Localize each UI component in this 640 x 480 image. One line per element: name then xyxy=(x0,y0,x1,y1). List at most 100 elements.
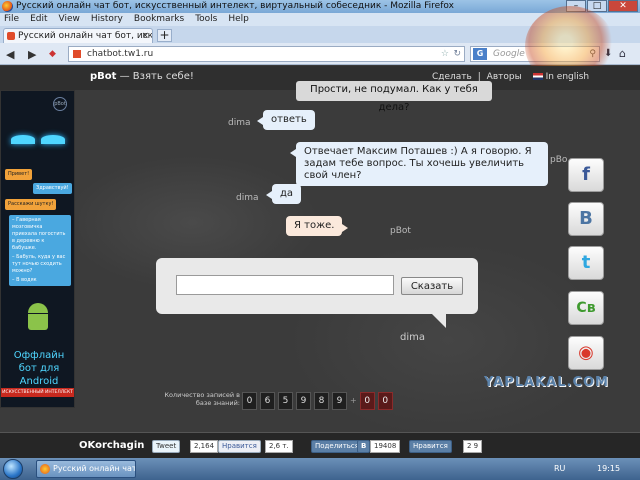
english-link[interactable]: In english xyxy=(532,72,589,82)
speaker-label: pBot xyxy=(390,226,411,236)
vkontakte-share-icon[interactable]: B xyxy=(568,202,604,236)
counter-digit: 9 xyxy=(332,392,347,410)
home-icon[interactable]: ⌂ xyxy=(619,47,626,60)
say-button[interactable]: Сказать xyxy=(401,277,463,295)
sv-share-icon[interactable]: Св xyxy=(568,291,604,325)
chrome-extension-icon[interactable]: ◉ xyxy=(568,336,604,370)
tab-bar: Русский онлайн чат бот, искусственн... ×… xyxy=(0,26,640,43)
message-composer: Сказать xyxy=(156,258,478,328)
counter-new-digit: 0 xyxy=(359,392,375,410)
bot-reply-tooltip: Прости, не подумал. Как у тебя дела? xyxy=(296,81,492,113)
author-name[interactable]: OKorchagin xyxy=(79,440,144,451)
menu-edit[interactable]: Edit xyxy=(30,13,47,26)
window-controls: – □ ✕ xyxy=(565,0,638,12)
new-tab-button[interactable]: + xyxy=(157,29,172,42)
tab-label: Русский онлайн чат бот, искусственн... xyxy=(18,31,153,41)
brand-name: pBot xyxy=(90,71,117,82)
banner-logo: pBot xyxy=(53,97,67,111)
counter-digit: 0 xyxy=(242,392,257,410)
robot-eye-left-icon xyxy=(11,135,35,144)
uk-flag-icon xyxy=(532,73,543,80)
counter-digit: 6 xyxy=(260,392,275,410)
banner-chat-line: Привет! xyxy=(5,169,33,180)
firefox-icon xyxy=(40,464,50,474)
counter-plus: + xyxy=(350,396,357,405)
input-speaker-label: dima xyxy=(400,332,425,343)
page-content: pBot — Взять себе! Сделать | Авторы In e… xyxy=(0,66,640,458)
android-robot-icon xyxy=(25,303,51,335)
menu-help[interactable]: Help xyxy=(228,13,249,26)
nav-link-authors[interactable]: Авторы xyxy=(487,72,522,82)
vk-like-count: 2 9 xyxy=(463,440,483,453)
vk-icon[interactable]: B xyxy=(357,440,371,453)
chat-message-user: да xyxy=(265,184,302,204)
search-engine-icon[interactable]: G xyxy=(473,48,487,60)
robot-eye-right-icon xyxy=(41,135,65,144)
tab-active[interactable]: Русский онлайн чат бот, искусственн... × xyxy=(3,28,153,43)
tweet-count: 2,164 xyxy=(190,440,219,453)
message-input[interactable] xyxy=(176,275,394,295)
counter-digit: 8 xyxy=(314,392,329,410)
clock[interactable]: 19:15 xyxy=(597,464,620,473)
counter-new-digit: 0 xyxy=(377,392,393,410)
menu-bookmarks[interactable]: Bookmarks xyxy=(134,13,184,26)
search-icon[interactable]: ⚲ xyxy=(589,47,596,61)
site-identity-icon[interactable]: ◆ xyxy=(49,49,56,59)
search-box[interactable]: G Google ⚲ xyxy=(470,46,600,62)
facebook-share-icon[interactable]: f xyxy=(568,158,604,192)
menu-view[interactable]: View xyxy=(59,13,80,26)
menu-bar: File Edit View History Bookmarks Tools H… xyxy=(0,13,640,26)
banner-joke: – Гаверная мозговичка приехала погостить… xyxy=(9,215,71,286)
vk-like-button[interactable]: Нравится xyxy=(409,440,452,453)
brand-tagline: — Взять себе! xyxy=(116,71,194,82)
speaker-label: dima xyxy=(228,118,251,128)
banner-chat-line: Здравствуй! xyxy=(33,183,72,194)
chat-message-bot: Я тоже. xyxy=(286,216,349,236)
forward-button[interactable]: ▶ xyxy=(28,48,36,61)
url-bar[interactable]: chatbot.tw1.ru ☆ ↻ xyxy=(68,46,465,62)
back-button[interactable]: ◀ xyxy=(6,48,14,61)
speaker-label: dima xyxy=(236,193,259,203)
speaker-label: pBo xyxy=(550,155,568,165)
tab-close-icon[interactable]: × xyxy=(141,29,149,43)
tweet-button[interactable]: Tweet xyxy=(152,440,181,453)
search-placeholder: Google xyxy=(493,49,525,59)
favicon-icon xyxy=(7,32,15,40)
window-title: Русский онлайн чат бот, искусственный ин… xyxy=(16,1,454,11)
taskbar-firefox-item[interactable]: Русский онлайн чат... xyxy=(36,460,136,478)
menu-history[interactable]: History xyxy=(91,13,123,26)
site-footer: OKorchagin Tweet 2,164 Нравится 2,6 т. П… xyxy=(0,432,640,458)
fb-like-button[interactable]: Нравится xyxy=(218,440,261,453)
android-ad-banner[interactable]: pBot Привет! Здравствуй! Расскажи шутку!… xyxy=(0,90,75,408)
taskbar-item-label: Русский онлайн чат... xyxy=(53,464,136,473)
chat-message-bot: Отвечает Максим Поташев :) А я говорю. Я… xyxy=(290,142,548,186)
close-window-button[interactable]: ✕ xyxy=(608,0,638,12)
counter-digit: 5 xyxy=(278,392,293,410)
language-indicator[interactable]: RU xyxy=(554,464,565,473)
downloads-icon[interactable]: ⬇ xyxy=(604,48,612,59)
android-offline-text: Оффлайн бот для Android xyxy=(13,350,65,387)
start-button-icon[interactable] xyxy=(3,459,23,479)
banner-footer: ИСКУССТВЕННЫЙ ИНТЕЛЛЕКТ xyxy=(1,388,74,397)
fb-like-count: 2,6 т. xyxy=(265,440,293,453)
windows-taskbar: Русский онлайн чат... RU 19:15 xyxy=(0,458,640,480)
minimize-button[interactable]: – xyxy=(566,0,586,12)
site-brand[interactable]: pBot — Взять себе! xyxy=(90,71,194,82)
vk-share-count: 19408 xyxy=(370,440,401,453)
navigation-bar: ◀ ▶ ◆ chatbot.tw1.ru ☆ ↻ G Google ⚲ ⬇ ⌂ xyxy=(0,43,640,65)
url-favicon-icon xyxy=(73,50,81,58)
menu-tools[interactable]: Tools xyxy=(195,13,217,26)
knowledge-counter: 0 6 5 9 8 9 + 0 0 xyxy=(242,392,396,410)
bookmark-star-icon[interactable]: ☆ xyxy=(441,47,449,61)
vk-share-button[interactable]: Поделиться xyxy=(311,440,363,453)
counter-digit: 9 xyxy=(296,392,311,410)
maximize-button[interactable]: □ xyxy=(587,0,607,12)
twitter-share-icon[interactable]: t xyxy=(568,246,604,280)
reload-icon[interactable]: ↻ xyxy=(453,47,461,61)
window-titlebar: Русский онлайн чат бот, искусственный ин… xyxy=(0,0,640,13)
firefox-icon xyxy=(2,1,13,12)
menu-file[interactable]: File xyxy=(4,13,19,26)
url-text: chatbot.tw1.ru xyxy=(87,49,154,59)
banner-chat-line: Расскажи шутку! xyxy=(5,199,57,210)
chat-message-user: ответь xyxy=(257,110,315,130)
